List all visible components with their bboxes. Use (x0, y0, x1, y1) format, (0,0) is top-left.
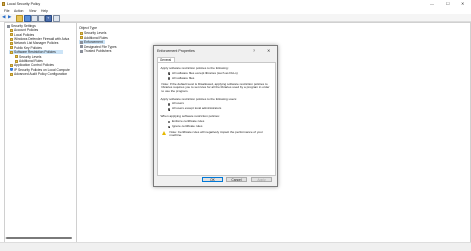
tree-pane: Security Settings Account Policies Local… (4, 22, 77, 243)
dialog-title: Enforcement Properties (157, 49, 195, 53)
forward-arrow-icon[interactable]: ▶ (8, 14, 13, 19)
folder-icon (9, 41, 13, 45)
ok-button[interactable]: OK (202, 177, 223, 183)
note-certificate-performance: Note: Certificate rules will negatively … (169, 129, 263, 138)
label-ignore-certificate-rules: Ignore certificate rules (172, 123, 203, 128)
view-icon[interactable] (53, 15, 60, 22)
app-icon (1, 2, 6, 6)
menu-bar: File Action View Help (0, 8, 471, 14)
properties-icon[interactable] (31, 15, 38, 22)
folder-icon (9, 50, 13, 54)
radio-all-except-libraries[interactable] (167, 72, 171, 75)
warning-icon (161, 131, 166, 135)
folder-icon (79, 31, 83, 35)
up-folder-icon[interactable] (16, 15, 23, 22)
note-libraries: Note: If the default level is Disallowed… (161, 81, 270, 94)
label-all-except-libraries: All software files except libraries (suc… (172, 70, 238, 75)
help-icon[interactable]: ? (45, 15, 52, 22)
toolbar: ◀ ▶ ? (0, 14, 471, 22)
enforcement-icon (79, 40, 83, 44)
publishers-icon (79, 49, 83, 53)
label-all-software-files: All software files (172, 75, 195, 80)
back-arrow-icon[interactable]: ◀ (2, 14, 7, 19)
radio-enforce-certificate-rules[interactable] (167, 120, 171, 124)
folder-icon (14, 59, 18, 63)
folder-icon (9, 33, 13, 37)
security-settings-icon (6, 24, 10, 28)
radio-all-users-except-admins[interactable] (167, 108, 171, 111)
close-button[interactable]: ✕ (461, 1, 464, 6)
tree-scrollbar-thumb[interactable] (6, 237, 72, 239)
radio-all-users[interactable] (167, 103, 171, 106)
radio-ignore-certificate-rules[interactable] (167, 125, 171, 129)
menu-help[interactable]: Help (41, 9, 48, 13)
dialog-close-button[interactable]: ✕ (267, 48, 270, 53)
window-title: Local Security Policy (7, 1, 41, 6)
dialog-help-button[interactable]: ? (253, 49, 255, 53)
label-all-users-except-admins: All users except local administrators (172, 106, 222, 111)
general-tab-panel: Apply software restriction policies to t… (156, 62, 276, 176)
menu-file[interactable]: File (4, 9, 9, 13)
folder-icon (14, 55, 18, 59)
folder-icon (9, 37, 13, 41)
minimize-button[interactable]: — (430, 1, 434, 6)
folder-icon (79, 36, 83, 40)
maximize-button[interactable]: ☐ (446, 1, 450, 6)
folder-icon (9, 46, 13, 50)
apply-button[interactable]: Apply (251, 177, 272, 183)
folder-icon (9, 72, 13, 76)
radio-all-software-files[interactable] (167, 77, 171, 80)
file-types-icon (79, 45, 83, 49)
cancel-button[interactable]: Cancel (226, 177, 247, 183)
column-header-object-type[interactable]: Object Type (79, 26, 97, 30)
show-hide-tree-icon[interactable] (24, 15, 31, 22)
shield-icon (9, 68, 13, 72)
menu-action[interactable]: Action (14, 9, 23, 13)
folder-icon (9, 63, 13, 67)
menu-view[interactable]: View (29, 9, 36, 13)
export-list-icon[interactable] (38, 15, 45, 22)
enforcement-properties-dialog: Enforcement Properties ? ✕ General Apply… (153, 45, 278, 187)
folder-icon (9, 28, 13, 32)
